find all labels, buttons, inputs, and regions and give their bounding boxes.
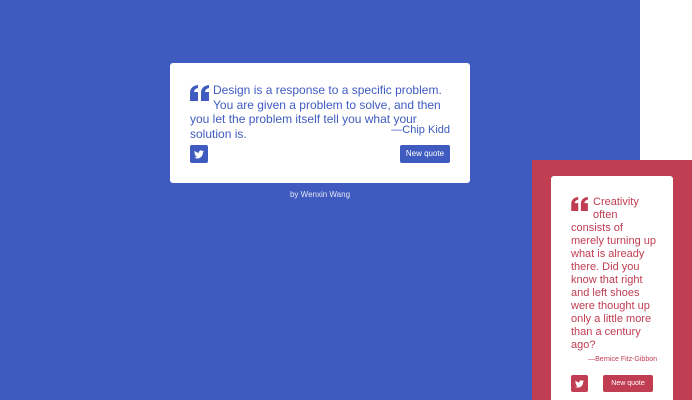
quote-left-icon: [571, 197, 589, 211]
quote-box: Design is a response to a specific probl…: [170, 63, 470, 183]
tweet-quote-button[interactable]: [190, 145, 208, 163]
twitter-icon: [575, 379, 584, 388]
quote-box-secondary: Creativity often consists of merely turn…: [551, 176, 673, 400]
twitter-icon: [194, 149, 204, 159]
quote-text-secondary: Creativity often consists of merely turn…: [571, 196, 656, 351]
quote-left-icon: [190, 85, 210, 101]
new-quote-button[interactable]: New quote: [400, 145, 450, 163]
new-quote-button-secondary[interactable]: New quote: [603, 375, 653, 392]
page: Design is a response to a specific probl…: [0, 0, 692, 400]
quote-author: —Chip Kidd: [391, 124, 450, 136]
quote-author-secondary: —Bernice Fitz-Gibbon: [588, 356, 657, 363]
red-background-panel: Creativity often consists of merely turn…: [532, 160, 692, 400]
tweet-quote-button-secondary[interactable]: [571, 375, 588, 392]
quote-text-container-secondary: Creativity often consists of merely turn…: [571, 196, 659, 352]
